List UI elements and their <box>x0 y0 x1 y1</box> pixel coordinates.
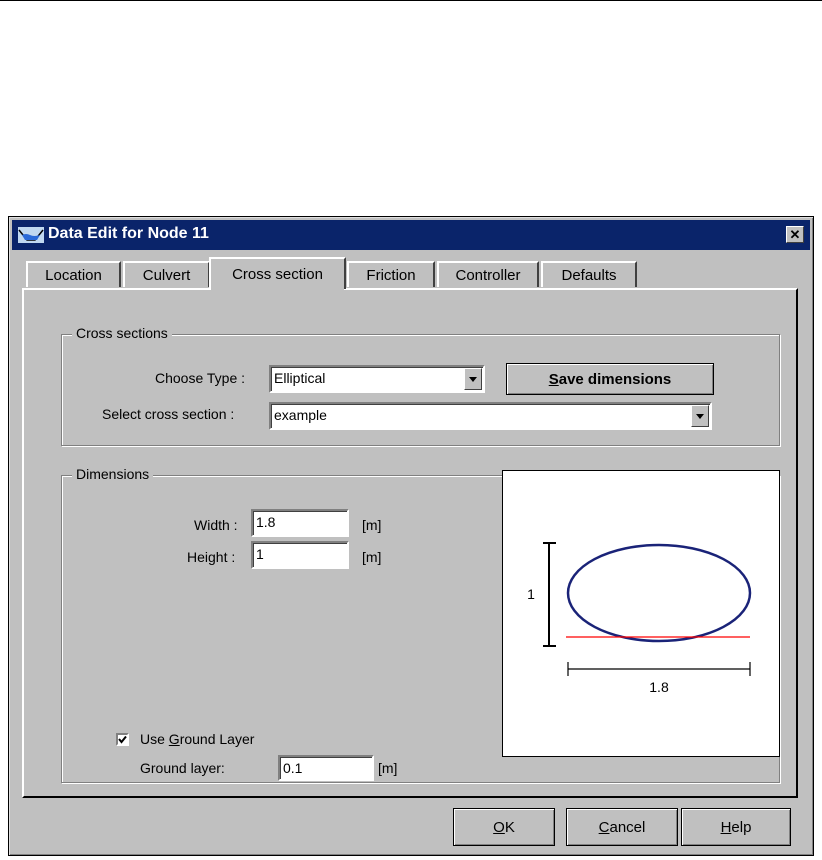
width-value: 1.8 <box>256 514 276 530</box>
cross-section-preview: 1 1.8 <box>502 470 780 757</box>
button-label: ave dimensions <box>558 370 672 388</box>
save-dimensions-button[interactable]: Save dimensions <box>506 363 714 395</box>
height-label: Height : <box>187 549 236 565</box>
choose-type-value: Elliptical <box>274 370 326 386</box>
use-ground-layer-checkbox[interactable] <box>116 733 129 746</box>
tab-label: Controller <box>455 266 521 284</box>
mnemonic: H <box>720 818 732 836</box>
label-part: Use <box>140 731 169 747</box>
width-input[interactable]: 1.8 <box>251 509 349 537</box>
button-label: ancel <box>609 818 646 836</box>
tab-controller[interactable]: Controller <box>437 261 539 287</box>
dialog-title: Data Edit for Node 11 <box>48 225 209 242</box>
height-unit: [m] <box>362 549 382 565</box>
cross-section-panel: Cross sections Choose Type : Elliptical … <box>22 288 798 798</box>
ground-layer-unit: [m] <box>378 760 398 776</box>
tab-label: Friction <box>366 266 416 284</box>
checkmark-icon <box>118 735 127 744</box>
mnemonic: G <box>168 731 180 747</box>
chevron-down-icon[interactable] <box>464 368 482 390</box>
choose-type-label: Choose Type : <box>155 370 246 386</box>
tab-defaults[interactable]: Defaults <box>541 261 637 287</box>
page-top-rule <box>0 0 822 1</box>
button-label: elp <box>731 818 752 836</box>
mnemonic: C <box>598 818 610 836</box>
ground-layer-input[interactable]: 0.1 <box>278 755 374 781</box>
cancel-button[interactable]: Cancel <box>566 808 678 846</box>
preview-canvas: 1 1.8 <box>527 542 752 695</box>
width-unit: [m] <box>362 517 382 533</box>
close-button[interactable]: ✕ <box>786 226 804 243</box>
active-tab-joint <box>211 286 344 290</box>
mnemonic: S <box>548 370 559 388</box>
width-dimension-label: 1.8 <box>649 679 669 695</box>
button-label: K <box>504 818 515 836</box>
width-label: Width : <box>194 517 238 533</box>
tab-label: Location <box>45 266 102 284</box>
tab-label: Defaults <box>561 266 617 284</box>
tab-label: Cross section <box>232 265 323 283</box>
ground-layer-value: 0.1 <box>283 760 303 776</box>
choose-type-select[interactable]: Elliptical <box>269 365 485 393</box>
data-edit-dialog: Data Edit for Node 11 ✕ Location Culvert… <box>8 216 814 856</box>
select-cross-section-select[interactable]: example <box>269 402 712 430</box>
chevron-down-icon[interactable] <box>691 405 709 427</box>
select-cross-section-value: example <box>274 407 327 423</box>
close-icon: ✕ <box>789 227 801 242</box>
use-ground-layer-label[interactable]: Use Ground Layer <box>140 731 254 747</box>
ground-layer-label: Ground layer: <box>140 760 225 776</box>
tab-location[interactable]: Location <box>26 261 121 287</box>
label-part: round Layer <box>179 731 255 747</box>
height-dimension-label: 1 <box>527 586 535 602</box>
water-channel-icon <box>18 227 44 243</box>
group-label: Cross sections <box>72 325 172 341</box>
help-button[interactable]: Help <box>681 808 791 846</box>
height-value: 1 <box>256 546 264 562</box>
group-label: Dimensions <box>72 466 154 482</box>
tab-culvert[interactable]: Culvert <box>123 261 210 287</box>
elliptical-cross-section <box>566 543 752 643</box>
mnemonic: O <box>493 818 505 836</box>
title-bar[interactable]: Data Edit for Node 11 ✕ <box>12 220 810 250</box>
ok-button[interactable]: OK <box>453 808 555 846</box>
tab-friction[interactable]: Friction <box>347 261 435 287</box>
tab-cross-section[interactable]: Cross section <box>209 257 346 289</box>
tab-label: Culvert <box>142 266 191 284</box>
select-cross-section-label: Select cross section : <box>102 406 235 422</box>
height-input[interactable]: 1 <box>251 541 349 569</box>
